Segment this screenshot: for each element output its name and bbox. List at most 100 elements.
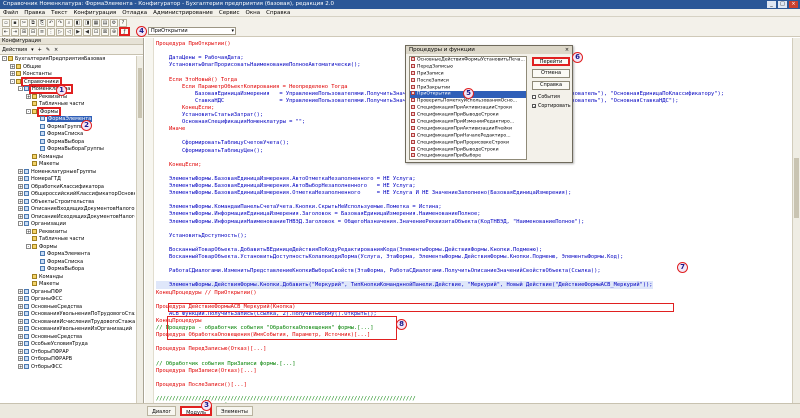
procedure-list-item[interactable]: ПередЗаписью (410, 63, 526, 71)
tree-item[interactable]: - Формы (0, 243, 135, 252)
events-checkbox-box[interactable] (532, 94, 536, 99)
editor-toolbar-icon[interactable]: ⊞ (20, 27, 28, 36)
tree-item[interactable]: ФормаСписка (0, 258, 135, 267)
toolbar-button-icon[interactable]: ▪ (11, 18, 19, 27)
expand-icon[interactable]: + (18, 333, 23, 339)
tree-item[interactable]: + ОбщероссийскийКлассификаторОсновн (0, 191, 135, 199)
editor-toolbar-icon[interactable]: ⊟ (29, 27, 37, 36)
procedure-list-item[interactable]: СпецификацияПриВыводеСтроки (410, 146, 526, 154)
tree-item[interactable]: + ОбъектыСтроительства (0, 198, 135, 207)
editor-toolbar-icon[interactable]: ▷ (56, 27, 64, 36)
procedure-list-item[interactable]: ПриЗаписи (410, 70, 526, 78)
help-button[interactable]: Справка (532, 81, 570, 90)
expand-icon[interactable]: + (18, 191, 23, 196)
expand-icon[interactable]: + (18, 318, 23, 324)
panel-action[interactable]: ✎ (46, 45, 50, 54)
tree-item[interactable]: Табличные части (0, 236, 135, 244)
toolbar-button-icon[interactable]: ↷ (56, 18, 64, 27)
tree-item[interactable]: + Константы (0, 71, 135, 79)
expand-icon[interactable]: + (18, 198, 23, 204)
procedure-selector[interactable]: ПриОткрытии (148, 27, 236, 35)
menu-item[interactable]: Окна (245, 10, 260, 16)
minimize-button[interactable]: _ (767, 1, 776, 8)
tab-0[interactable]: Диалог (147, 406, 177, 416)
editor-toolbar-icon[interactable]: ⇥ (11, 27, 19, 36)
toolbar-button-icon[interactable]: ◨ (83, 18, 91, 27)
panel-action[interactable]: ▾ (31, 45, 34, 54)
tree-item[interactable]: + ОбработкиКлассификатора (0, 183, 135, 192)
expand-icon[interactable]: + (18, 288, 23, 294)
procedure-list-item[interactable]: ПослеЗаписи (410, 77, 526, 85)
toolbar-button-icon[interactable]: ✂ (20, 18, 28, 27)
expand-icon[interactable]: + (10, 63, 15, 69)
tree-item[interactable]: - Номенклатура (0, 84, 135, 94)
panel-action[interactable]: + (38, 45, 42, 54)
events-checkbox[interactable]: События (532, 94, 574, 101)
collapse-icon[interactable]: - (26, 243, 31, 249)
panel-action[interactable]: Действия (2, 45, 27, 54)
tree-item[interactable]: + ОрганыПФР (0, 288, 135, 297)
expand-icon[interactable]: + (18, 303, 23, 309)
toolbar-button-icon[interactable]: ▫ (2, 18, 10, 27)
expand-icon[interactable]: + (26, 228, 31, 234)
expand-icon[interactable]: + (18, 213, 23, 219)
procedure-list-item[interactable]: СпецификацияПриВыборе (410, 153, 526, 159)
tree-item[interactable]: ФормаЭлемента (0, 251, 135, 259)
editor-toolbar-icon[interactable]: ≡ (38, 27, 46, 36)
tree-item[interactable]: + ОсновныеСредства (0, 303, 135, 312)
expand-icon[interactable]: + (18, 348, 23, 354)
procedure-list-item[interactable]: СпецификацияПриИзменииРедактиро... (410, 119, 526, 126)
tree-item[interactable]: Макеты (0, 281, 135, 289)
tree-item[interactable]: + ОснованияУвольненияИзОрганизаций (0, 326, 135, 334)
procedure-list-item[interactable]: ОсновныеДействияФормыУстановитьПеча... (410, 57, 526, 64)
collapse-icon[interactable]: - (10, 78, 15, 84)
expand-icon[interactable]: + (18, 356, 23, 361)
tree-item[interactable]: ФормаСписка (0, 131, 135, 139)
tree-item[interactable]: + Общие (0, 63, 135, 72)
close-button[interactable]: × (789, 1, 798, 8)
tree-item[interactable]: ФормаЭлемента (0, 116, 135, 124)
editor-toolbar-icon[interactable]: ⋮ (47, 27, 55, 36)
toolbar-button-icon[interactable]: ▦ (92, 18, 100, 27)
tree-item[interactable]: + ОтборыПФРАР (0, 348, 135, 357)
tree-item[interactable]: + ОписаниеИсходящихДокументовНалогов (0, 213, 135, 222)
toolbar-button-icon[interactable]: ⚙ (110, 18, 118, 27)
tree-item[interactable]: + ОписаниеВходящихДокументовНалогов (0, 206, 135, 214)
tree-item[interactable]: - БухгалтерияПредприятияБазовая (0, 56, 135, 64)
procedure-list-item[interactable]: СпецификацияПриПрорисовкеСтроки (410, 139, 526, 147)
expand-icon[interactable]: + (18, 326, 23, 331)
tree-item[interactable]: + ОсновныеСредства (0, 333, 135, 342)
tree-item[interactable]: + ОрганыФСС (0, 296, 135, 304)
expand-icon[interactable]: + (18, 311, 23, 316)
collapse-icon[interactable]: - (18, 221, 23, 226)
menu-item[interactable]: Администрирование (153, 10, 213, 16)
tree-scrollbar[interactable] (136, 56, 143, 403)
tree-item[interactable]: - Справочники (0, 76, 135, 87)
tab-2[interactable]: Элементы (216, 406, 253, 416)
toolbar-button-icon[interactable]: ↶ (47, 18, 55, 27)
maximize-button[interactable]: □ (778, 1, 787, 8)
expand-icon[interactable]: + (18, 296, 23, 301)
toolbar-button-icon[interactable]: ⧉ (29, 18, 37, 27)
procedure-list-item[interactable]: ПроверитьПометкуИспользованияОсно... (410, 98, 526, 105)
expand-icon[interactable]: + (18, 183, 23, 189)
editor-toolbar-icon[interactable]: ⊡ (92, 27, 100, 36)
tree-item[interactable]: Команды (0, 273, 135, 282)
menu-item[interactable]: Файл (3, 10, 18, 16)
menu-item[interactable]: Правка (24, 10, 45, 16)
menu-item[interactable]: Отладка (122, 10, 147, 16)
procedures-list-button[interactable]: ƒ (119, 27, 130, 36)
tree-scroll-thumb[interactable] (138, 68, 142, 118)
editor-toolbar-icon[interactable]: ⊠ (101, 27, 109, 36)
procedures-list[interactable]: ОсновныеДействияФормыУстановитьПеча... Пе… (409, 56, 527, 160)
cancel-button[interactable]: Отмена (532, 69, 570, 78)
editor-toolbar-icon[interactable]: ◀ (83, 27, 91, 36)
tree-item[interactable]: + ОсобыеУсловияТруда (0, 341, 135, 349)
goto-button[interactable]: Перейти (532, 57, 570, 66)
tree-item[interactable]: Команды (0, 153, 135, 162)
procedure-list-item[interactable]: СпецификацияПриНачалеРедактиро... (410, 132, 526, 140)
sort-checkbox-box[interactable]: ✓ (532, 103, 536, 108)
tree-item[interactable]: + ОснованияУвольненияПоТрудовогоСтажа (0, 311, 135, 319)
expand-icon[interactable]: + (26, 93, 31, 99)
dialog-close-icon[interactable]: × (564, 47, 570, 53)
